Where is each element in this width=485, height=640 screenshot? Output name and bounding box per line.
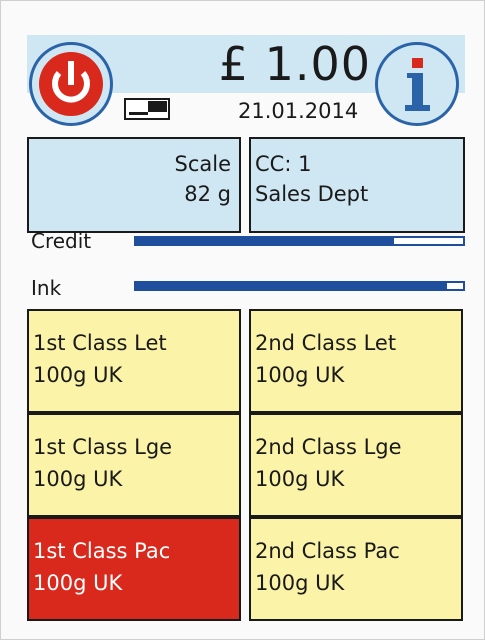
service-name: 2nd Class Lge [255,435,402,459]
ink-bar [134,281,465,291]
ink-label: Ink [31,276,62,300]
power-button[interactable] [29,42,113,126]
scale-panel[interactable]: Scale 82 g [27,137,241,233]
franking-machine-screen: £ 1.00 21.01.2014 Scale 82 g CC: 1 Sales… [0,0,485,640]
info-button[interactable] [375,42,459,126]
postage-amount: £ 1.00 [218,37,371,91]
ink-bar-fill [136,283,447,289]
service-name: 1st Class Let [33,331,167,355]
service-weight: 100g UK [33,571,123,595]
mode-toggle-icon[interactable] [124,98,170,120]
service-name: 1st Class Pac [33,539,171,563]
scale-weight: 82 g [184,182,231,206]
service-tile[interactable]: 1st Class Pac 100g UK [27,517,241,621]
service-tile[interactable]: 1st Class Let 100g UK [27,309,241,413]
service-weight: 100g UK [33,467,123,491]
service-tile[interactable]: 2nd Class Let 100g UK [249,309,463,413]
service-weight: 100g UK [255,571,345,595]
service-name: 2nd Class Let [255,331,397,355]
credit-bar [134,236,465,246]
service-tile[interactable]: 2nd Class Lge 100g UK [249,413,463,517]
date-display: 21.01.2014 [238,99,359,123]
service-weight: 100g UK [255,467,345,491]
cost-centre-code: CC: 1 [255,152,312,176]
cost-centre-panel[interactable]: CC: 1 Sales Dept [249,137,465,233]
service-tile[interactable]: 1st Class Lge 100g UK [27,413,241,517]
service-name: 1st Class Lge [33,435,173,459]
scale-label: Scale [174,152,232,176]
credit-label: Credit [31,229,92,253]
info-icon [405,58,430,111]
credit-bar-fill [136,238,395,244]
service-weight: 100g UK [33,363,123,387]
service-weight: 100g UK [255,363,345,387]
service-name: 2nd Class Pac [255,539,400,563]
power-icon [39,52,103,116]
service-tile[interactable]: 2nd Class Pac 100g UK [249,517,463,621]
cost-centre-name: Sales Dept [255,182,369,206]
